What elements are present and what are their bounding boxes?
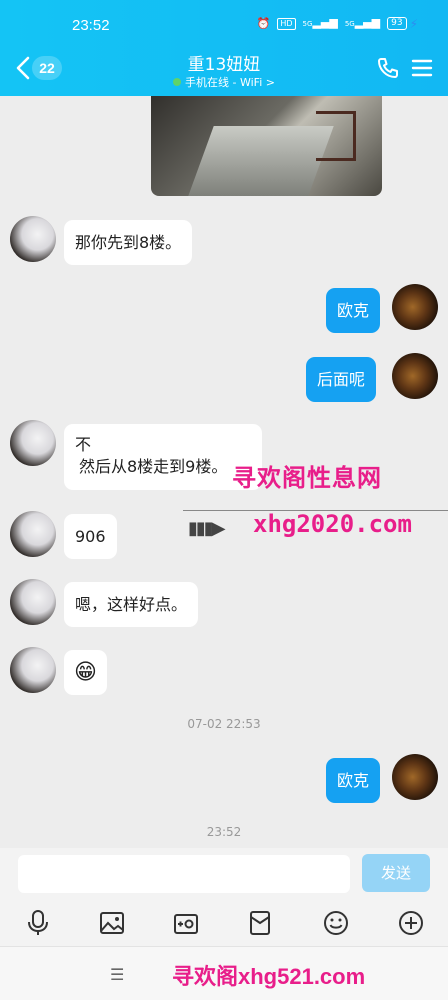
phone-call-button[interactable] [376,56,400,80]
message-bubble[interactable]: 906 [64,514,117,559]
chevron-right-icon: > [265,76,275,89]
avatar[interactable] [10,647,56,693]
camera-icon [174,914,198,934]
avatar[interactable] [392,353,438,399]
red-packet-icon [250,911,270,935]
avatar[interactable] [10,511,56,557]
chat-header: 23:52 ⏰ HD 5G▂▄▆ 5G▂▄▆ 93 ⚡ 22 重13妞妞 手机在… [0,0,448,96]
photo-bench [316,111,356,161]
camera-button[interactable] [172,909,200,937]
timestamp: 23:52 [206,825,242,839]
more-button[interactable] [397,909,425,937]
timestamp: 07-02 22:53 [187,717,261,731]
signal-icon-2: 5G▂▄▆ [344,16,381,29]
status-bar: 23:52 ⏰ HD 5G▂▄▆ 5G▂▄▆ 93 ⚡ [0,0,448,40]
charging-icon: ⚡ [409,16,418,31]
avatar[interactable] [392,754,438,800]
message-line: 然后从8楼走到9楼。 [79,457,228,476]
message-bubble[interactable]: 后面呢 [306,357,377,402]
mic-icon [28,910,48,935]
emoji-message[interactable]: 😁 [64,650,107,695]
avatar[interactable] [392,284,438,330]
phone-icon [378,58,398,78]
watermark-bottom: 寻欢阁xhg521.com [172,964,366,989]
system-nav-bar: ☰ 寻欢阁xhg521.com [0,946,448,1000]
input-toolbar [0,900,448,946]
avatar[interactable] [10,216,56,262]
alarm-icon: ⏰ [256,16,271,30]
image-message[interactable] [151,96,382,196]
avatar[interactable] [10,420,56,466]
avatar[interactable] [10,579,56,625]
watermark-url: xhg2020.com [253,510,412,538]
nav-menu-icon[interactable]: ☰ [110,965,124,984]
plus-icon [399,911,423,935]
message-bubble[interactable]: 嗯，这样好点。 [64,582,199,627]
image-icon [100,912,124,934]
red-packet-button[interactable] [246,909,274,937]
battery-icon: 93 [387,17,407,30]
emoji-icon [324,911,348,935]
status-time: 23:52 [72,17,110,34]
input-bar: 发送 [0,848,448,900]
hd-icon: HD [277,17,296,30]
message-bubble[interactable]: 欧克 [326,288,381,333]
hamburger-icon [411,59,433,77]
signal-icon-1: 5G▂▄▆ [302,16,338,29]
online-status-text: 手机在线 - WiFi [185,76,263,89]
send-button[interactable]: 发送 [362,854,430,892]
arrow-icon: ▮▮▮▶ [188,518,226,539]
message-bubble[interactable]: 欧克 [326,758,381,803]
voice-button[interactable] [24,909,52,937]
message-line: 不 [75,435,92,454]
message-bubble[interactable]: 那你先到8楼。 [64,220,193,265]
photo-floor [188,126,334,196]
emoji-button[interactable] [322,909,350,937]
more-menu-button[interactable] [411,58,433,78]
online-dot-icon [173,78,182,86]
image-button[interactable] [98,909,126,937]
message-input[interactable] [18,855,350,893]
watermark-text: 寻欢阁性息网 [232,464,382,492]
status-icons: ⏰ HD 5G▂▄▆ 5G▂▄▆ 93 ⚡ [257,16,418,31]
